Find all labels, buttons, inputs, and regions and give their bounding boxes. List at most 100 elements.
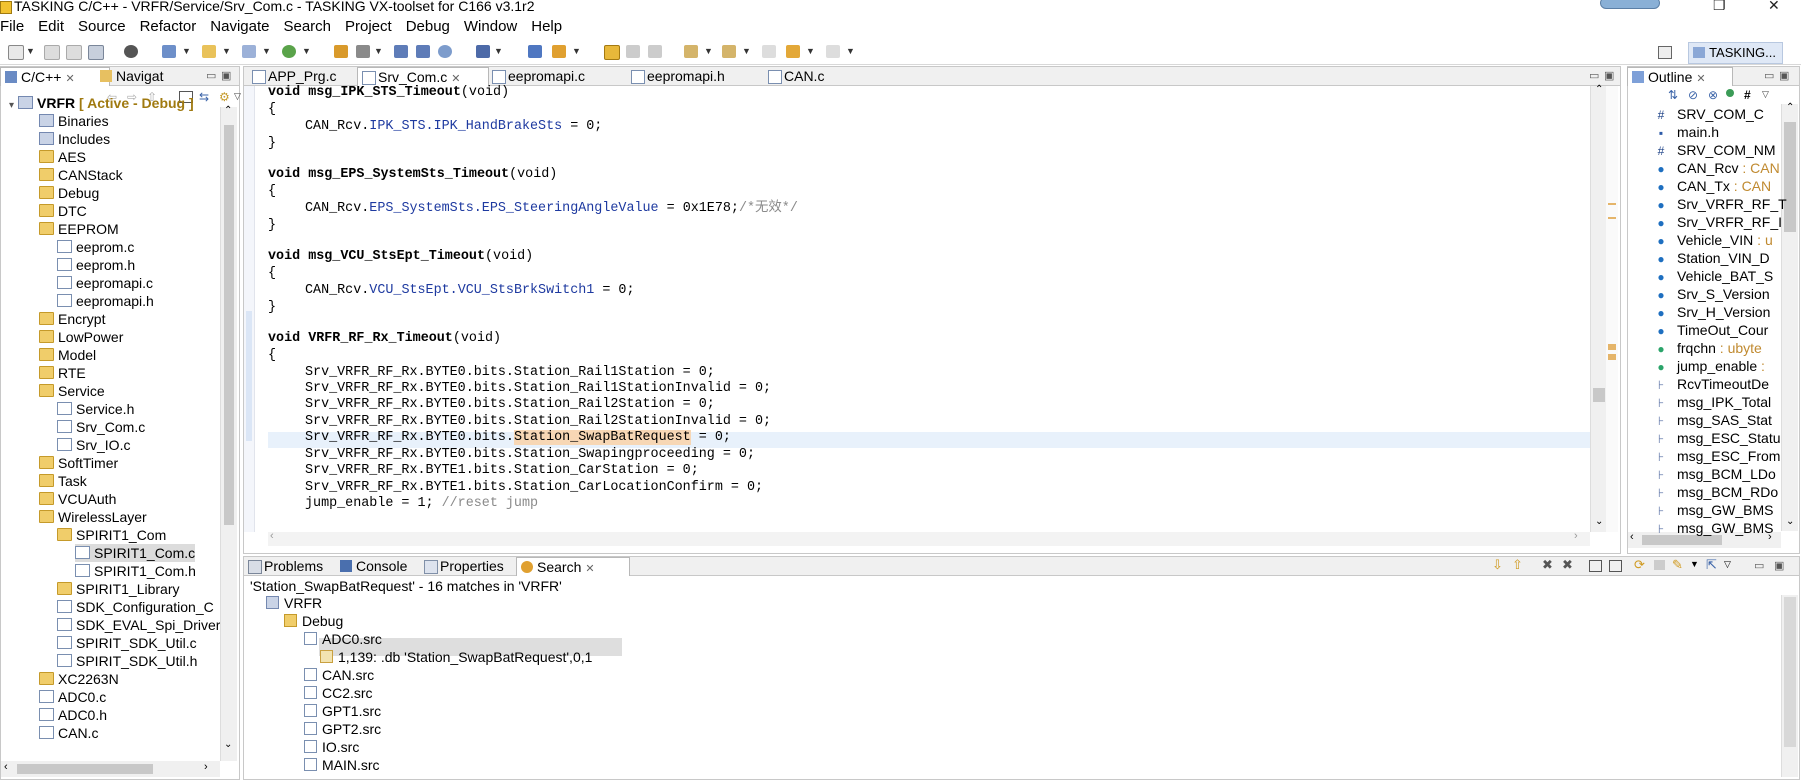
tree-item[interactable]: Model <box>39 346 96 364</box>
tree-item[interactable]: Debug <box>39 184 99 202</box>
tree-item[interactable]: SDK_Configuration_C <box>57 598 214 616</box>
restore-button[interactable]: ❐ <box>1713 0 1726 14</box>
explorer-horizontal-scrollbar[interactable]: ‹ › <box>1 761 220 777</box>
save-icon[interactable] <box>44 45 60 60</box>
tab-problems[interactable]: Problems <box>244 557 348 575</box>
search-result-item[interactable]: MAIN.src <box>304 756 380 774</box>
outline-item[interactable]: ⊦ msg_SAS_Stat <box>1655 411 1772 429</box>
forward-icon[interactable] <box>826 45 840 58</box>
search-match-line[interactable]: 1,139: .db 'Station_SwapBatRequest',0,1 <box>320 648 592 666</box>
cancel-search-icon[interactable] <box>1654 560 1665 570</box>
outline-item[interactable]: ⊦ msg_ESC_Statu <box>1655 429 1781 447</box>
hide-static-icon[interactable]: ⊗ <box>1708 88 1718 102</box>
mark-occurrences-icon[interactable] <box>604 45 620 60</box>
scroll-right-icon[interactable]: › <box>1574 530 1578 542</box>
outline-item[interactable]: ● Vehicle_BAT_S <box>1655 267 1773 285</box>
explorer-vertical-scrollbar[interactable]: ⌃ ⌄ <box>220 105 237 761</box>
search-history-icon[interactable]: ✎ <box>1672 557 1683 573</box>
remove-all-matches-icon[interactable]: ✖ <box>1562 557 1573 573</box>
scroll-up-icon[interactable]: ⌃ <box>224 105 232 116</box>
next-match-icon[interactable]: ⇩ <box>1492 557 1503 573</box>
tab-outline[interactable]: Outline ✕ <box>1627 67 1733 86</box>
print-icon[interactable] <box>88 45 104 60</box>
run-icon[interactable] <box>282 45 296 58</box>
menu-edit[interactable]: Edit <box>38 16 64 38</box>
remove-match-icon[interactable]: ✖ <box>1542 557 1553 573</box>
outline-item[interactable]: ⊦ msg_GW_BMS <box>1655 519 1774 537</box>
open-type-icon[interactable] <box>528 45 542 58</box>
tab-console[interactable]: Console <box>336 557 432 575</box>
outline-item[interactable]: ● Station_VIN_D <box>1655 249 1769 267</box>
forward-dropdown-icon[interactable]: ▼ <box>846 46 855 56</box>
view-menu-icon[interactable]: ▽ <box>1724 559 1731 570</box>
menu-debug[interactable]: Debug <box>406 16 450 38</box>
load-icon[interactable] <box>356 45 370 58</box>
settings-dropdown-icon[interactable]: ▼ <box>494 46 503 56</box>
outline-item[interactable]: # SRV_COM_C <box>1655 105 1764 123</box>
menu-search[interactable]: Search <box>283 16 331 38</box>
settings-icon[interactable] <box>476 45 490 58</box>
search-dropdown-icon[interactable]: ▼ <box>572 46 581 56</box>
minimize-icon[interactable]: ▭ <box>1589 69 1599 82</box>
view-menu-icon[interactable]: ▽ <box>1762 89 1769 100</box>
menu-navigate[interactable]: Navigate <box>210 16 269 38</box>
outline-item[interactable]: ● Srv_S_Version <box>1655 285 1769 303</box>
scroll-down-icon[interactable]: ⌄ <box>1595 516 1603 527</box>
maximize-icon[interactable]: ▣ <box>1779 69 1789 82</box>
external-tools-icon[interactable] <box>334 45 348 58</box>
minimize-icon[interactable]: ▭ <box>1764 69 1774 82</box>
outline-item[interactable]: ⊦ msg_ESC_From <box>1655 447 1781 465</box>
minimize-icon[interactable]: ▭ <box>1754 559 1764 572</box>
outline-item[interactable]: ● Srv_H_Version <box>1655 303 1770 321</box>
next-annotation-dropdown-icon[interactable]: ▼ <box>704 46 713 56</box>
new-dropdown-icon[interactable]: ▼ <box>26 46 35 56</box>
tab-search[interactable]: Search ✕ <box>516 557 630 576</box>
tree-item[interactable]: SPIRIT1_Com.c <box>75 544 196 562</box>
tree-item[interactable]: Service <box>39 382 105 400</box>
expand-icon[interactable]: ▾ <box>9 100 14 111</box>
tree-item[interactable]: VCUAuth <box>39 490 116 508</box>
close-button[interactable]: ✕ <box>1768 0 1780 14</box>
tree-item[interactable]: Service.h <box>57 400 134 418</box>
previous-match-icon[interactable]: ⇧ <box>1512 557 1523 573</box>
tree-item[interactable]: Includes <box>39 130 110 148</box>
outline-item[interactable]: ● Vehicle_VIN : u <box>1655 231 1772 249</box>
tree-item[interactable]: SPIRIT_SDK_Util.c <box>57 634 197 652</box>
outline-item[interactable]: ● Srv_VRFR_RF_I <box>1655 213 1782 231</box>
menu-window[interactable]: Window <box>464 16 517 38</box>
collapse-all-icon[interactable] <box>1609 560 1622 572</box>
scroll-left-icon[interactable]: ‹ <box>4 761 8 773</box>
tree-item[interactable]: eepromapi.c <box>57 274 153 292</box>
maximize-icon[interactable]: ▣ <box>1774 559 1784 572</box>
menu-file[interactable]: File <box>0 16 24 38</box>
tree-item[interactable]: Srv_IO.c <box>57 436 130 454</box>
outline-item[interactable]: ● CAN_Rcv : CAN <box>1655 159 1779 177</box>
hide-nonpublic-icon[interactable] <box>1726 89 1734 97</box>
prev-annotation-icon[interactable] <box>722 45 736 58</box>
close-icon[interactable]: ✕ <box>585 563 594 575</box>
build-dropdown-icon[interactable]: ▼ <box>182 46 191 56</box>
hide-fields-icon[interactable]: ⊘ <box>1688 88 1698 102</box>
editor-horizontal-scrollbar[interactable]: ‹ › <box>268 530 1590 546</box>
build-icon[interactable] <box>162 45 176 58</box>
tab-srv-com-c[interactable]: Srv_Com.c ✕ <box>357 67 489 86</box>
block-selection-icon[interactable] <box>626 45 640 58</box>
back-icon[interactable] <box>786 45 800 58</box>
scroll-down-icon[interactable]: ⌄ <box>224 739 232 750</box>
history-dropdown-icon[interactable]: ▼ <box>1690 559 1699 569</box>
tree-item[interactable]: ADC0.c <box>39 688 106 706</box>
editor-scroll-thumb[interactable] <box>1593 388 1605 402</box>
folder-dropdown-icon[interactable]: ▼ <box>222 46 231 56</box>
tab-navigator[interactable]: Navigat <box>96 67 212 85</box>
outline-item[interactable]: ⊦ RcvTimeoutDe <box>1655 375 1769 393</box>
open-perspective-icon[interactable] <box>1658 46 1672 59</box>
tab-app-prg-c[interactable]: APP_Prg.c <box>248 67 364 85</box>
outline-item[interactable]: ⊦ msg_BCM_RDo <box>1655 483 1778 501</box>
tree-item[interactable]: LowPower <box>39 328 123 346</box>
scroll-left-icon[interactable]: ‹ <box>1630 531 1634 543</box>
editor-vertical-scrollbar[interactable]: ⌃ ⌄ <box>1590 84 1607 532</box>
new-folder-icon[interactable] <box>202 45 216 58</box>
search-result-item[interactable]: CAN.src <box>304 666 374 684</box>
tree-item[interactable]: SPIRIT_SDK_Util.h <box>57 652 197 670</box>
outline-item[interactable]: ● CAN_Tx : CAN <box>1655 177 1771 195</box>
